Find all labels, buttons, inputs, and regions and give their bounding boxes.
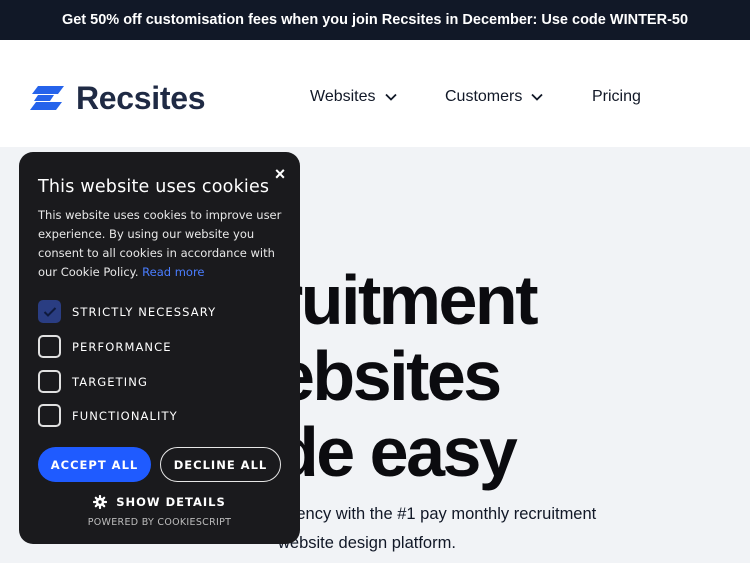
nav-pricing[interactable]: Pricing: [592, 88, 641, 106]
cookie-consent-dialog: This website uses cookies × This website…: [19, 152, 300, 544]
checkbox-performance[interactable]: [38, 335, 61, 358]
hero-subtitle-line: website design platform.: [278, 534, 456, 552]
chevron-down-icon: [531, 93, 543, 101]
show-details-button[interactable]: SHOW DETAILS: [19, 495, 300, 509]
powered-by-text[interactable]: POWERED BY COOKIESCRIPT: [19, 517, 300, 528]
option-label: STRICTLY NECESSARY: [72, 304, 217, 319]
cookie-option-targeting[interactable]: TARGETING: [38, 370, 148, 393]
site-header: Recsites Websites Customers Pricing: [0, 40, 750, 147]
option-label: PERFORMANCE: [72, 339, 172, 354]
cookie-dialog-title: This website uses cookies: [38, 177, 270, 197]
checkbox-targeting[interactable]: [38, 370, 61, 393]
chevron-down-icon: [384, 93, 397, 101]
recsites-logo-icon: [30, 85, 64, 110]
checkmark-icon: [43, 306, 56, 317]
nav-websites[interactable]: Websites: [310, 88, 397, 106]
promo-text: Get 50% off customisation fees when you …: [61, 12, 689, 28]
show-details-label: SHOW DETAILS: [116, 495, 226, 509]
hero-title: ruitment ebsites de easy: [276, 261, 539, 491]
hero-title-line: ruitment: [276, 261, 539, 339]
hero-title-line: de easy: [276, 413, 518, 491]
close-icon[interactable]: ×: [271, 162, 289, 186]
cookie-option-strictly-necessary[interactable]: STRICTLY NECESSARY: [38, 300, 216, 323]
decline-all-button[interactable]: DECLINE ALL: [160, 447, 281, 482]
accept-all-button[interactable]: ACCEPT ALL: [38, 447, 151, 482]
brand-logo[interactable]: Recsites: [28, 80, 206, 117]
nav-customers[interactable]: Customers: [445, 88, 543, 106]
option-label: TARGETING: [72, 374, 148, 389]
hero-subtitle-line: agency with the #1 pay monthly recruitme…: [278, 505, 597, 523]
cookie-option-performance[interactable]: PERFORMANCE: [38, 335, 172, 358]
promo-banner: Get 50% off customisation fees when you …: [0, 0, 750, 40]
checkbox-functionality[interactable]: [38, 404, 61, 427]
cookie-option-functionality[interactable]: FUNCTIONALITY: [38, 404, 178, 427]
hero-subtitle: agency with the #1 pay monthly recruitme…: [278, 500, 658, 558]
nav-pricing-label: Pricing: [592, 88, 641, 105]
hero-title-line: ebsites: [276, 337, 502, 415]
checkbox-strictly-necessary[interactable]: [38, 300, 61, 323]
option-label: FUNCTIONALITY: [72, 408, 178, 423]
brand-name: Recsites: [76, 80, 206, 116]
read-more-link[interactable]: Read more: [142, 265, 204, 279]
cookie-dialog-body: This website uses cookies to improve use…: [38, 206, 288, 282]
nav-customers-label: Customers: [445, 88, 523, 105]
nav-websites-label: Websites: [310, 88, 376, 105]
gear-icon: [93, 495, 108, 509]
